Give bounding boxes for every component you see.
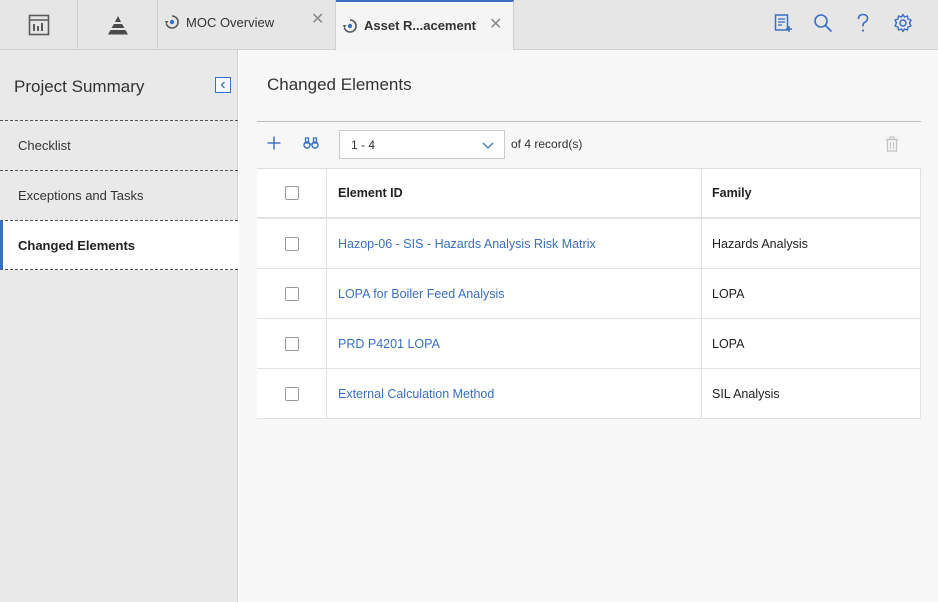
close-icon[interactable]: ✕ xyxy=(311,12,324,28)
help-icon xyxy=(856,13,870,38)
chevron-down-icon xyxy=(482,139,494,153)
page-range-select[interactable]: 1 - 4 xyxy=(339,130,505,159)
sidebar: Project Summary Checklist Exceptions and… xyxy=(0,50,238,602)
page-title: Changed Elements xyxy=(267,75,412,94)
search-icon xyxy=(813,13,833,38)
column-header-family[interactable]: Family xyxy=(702,169,921,217)
sidebar-item-label: Checklist xyxy=(18,138,71,153)
new-record-icon xyxy=(773,13,793,38)
sync-icon xyxy=(164,14,180,35)
chevron-left-icon xyxy=(219,76,227,94)
row-checkbox[interactable] xyxy=(284,286,299,301)
column-header-element-id[interactable]: Element ID xyxy=(327,169,702,217)
element-id-link[interactable]: LOPA for Boiler Feed Analysis xyxy=(338,287,505,301)
table-header-row: Element ID Family xyxy=(257,169,921,219)
sync-icon xyxy=(342,18,358,39)
table-row: External Calculation Method SIL Analysis xyxy=(257,369,921,419)
element-id-cell: Hazop-06 - SIS - Hazards Analysis Risk M… xyxy=(327,219,702,268)
sidebar-item-changed-elements[interactable]: Changed Elements xyxy=(0,220,238,270)
record-count: of 4 record(s) xyxy=(511,137,582,151)
trash-icon[interactable] xyxy=(885,136,899,157)
add-icon[interactable] xyxy=(266,135,282,156)
select-all-cell xyxy=(257,169,327,217)
element-id-cell: PRD P4201 LOPA xyxy=(327,319,702,368)
pyramid-button[interactable] xyxy=(78,0,158,50)
row-select-cell xyxy=(257,369,327,418)
top-bar: MOC Overview ✕ Asset R...acement ✕ xyxy=(0,0,938,50)
element-id-link[interactable]: External Calculation Method xyxy=(338,387,494,401)
record-of-label: of xyxy=(511,137,522,151)
row-checkbox[interactable] xyxy=(284,386,299,401)
dashboard-button[interactable] xyxy=(0,0,78,50)
main-content: Changed Elements 1 - 4 of 4 record(s) El… xyxy=(239,50,938,602)
new-record-button[interactable] xyxy=(763,0,803,50)
record-count-value: 4 xyxy=(524,137,532,151)
table-row: Hazop-06 - SIS - Hazards Analysis Risk M… xyxy=(257,219,921,269)
tab-asset-replacement[interactable]: Asset R...acement ✕ xyxy=(336,0,514,50)
element-id-cell: External Calculation Method xyxy=(327,369,702,418)
search-button[interactable] xyxy=(803,0,843,50)
settings-button[interactable] xyxy=(883,0,923,50)
record-suffix-label: record(s) xyxy=(534,137,583,151)
settings-icon xyxy=(893,13,913,38)
page-range-value: 1 - 4 xyxy=(351,137,376,152)
row-checkbox[interactable] xyxy=(284,336,299,351)
family-cell: SIL Analysis xyxy=(702,369,921,418)
sidebar-item-label: Exceptions and Tasks xyxy=(18,188,144,203)
family-cell: LOPA xyxy=(702,319,921,368)
pyramid-icon xyxy=(106,14,130,36)
family-cell: Hazards Analysis xyxy=(702,219,921,268)
table-row: PRD P4201 LOPA LOPA xyxy=(257,319,921,369)
dashboard-icon xyxy=(28,14,50,36)
element-id-link[interactable]: PRD P4201 LOPA xyxy=(338,337,440,351)
select-all-checkbox[interactable] xyxy=(284,186,299,200)
row-select-cell xyxy=(257,319,327,368)
family-cell: LOPA xyxy=(702,269,921,318)
close-icon[interactable]: ✕ xyxy=(489,17,502,33)
help-button[interactable] xyxy=(843,0,883,50)
tab-label: MOC Overview xyxy=(186,15,275,30)
row-select-cell xyxy=(257,219,327,268)
divider xyxy=(257,121,921,122)
element-id-link[interactable]: Hazop-06 - SIS - Hazards Analysis Risk M… xyxy=(338,237,596,251)
sidebar-item-checklist[interactable]: Checklist xyxy=(0,120,238,170)
collapse-sidebar-button[interactable] xyxy=(215,77,231,93)
sidebar-item-label: Changed Elements xyxy=(18,237,136,253)
tab-label: Asset R...acement xyxy=(364,18,476,33)
row-checkbox[interactable] xyxy=(284,236,299,251)
binoculars-icon[interactable] xyxy=(303,135,319,156)
changed-elements-table: Element ID Family Hazop-06 - SIS - Hazar… xyxy=(257,168,921,419)
row-select-cell xyxy=(257,269,327,318)
sidebar-title: Project Summary xyxy=(14,77,145,96)
element-id-cell: LOPA for Boiler Feed Analysis xyxy=(327,269,702,318)
table-row: LOPA for Boiler Feed Analysis LOPA xyxy=(257,269,921,319)
sidebar-item-exceptions-and-tasks[interactable]: Exceptions and Tasks xyxy=(0,170,238,220)
tab-moc-overview[interactable]: MOC Overview ✕ xyxy=(158,0,336,50)
